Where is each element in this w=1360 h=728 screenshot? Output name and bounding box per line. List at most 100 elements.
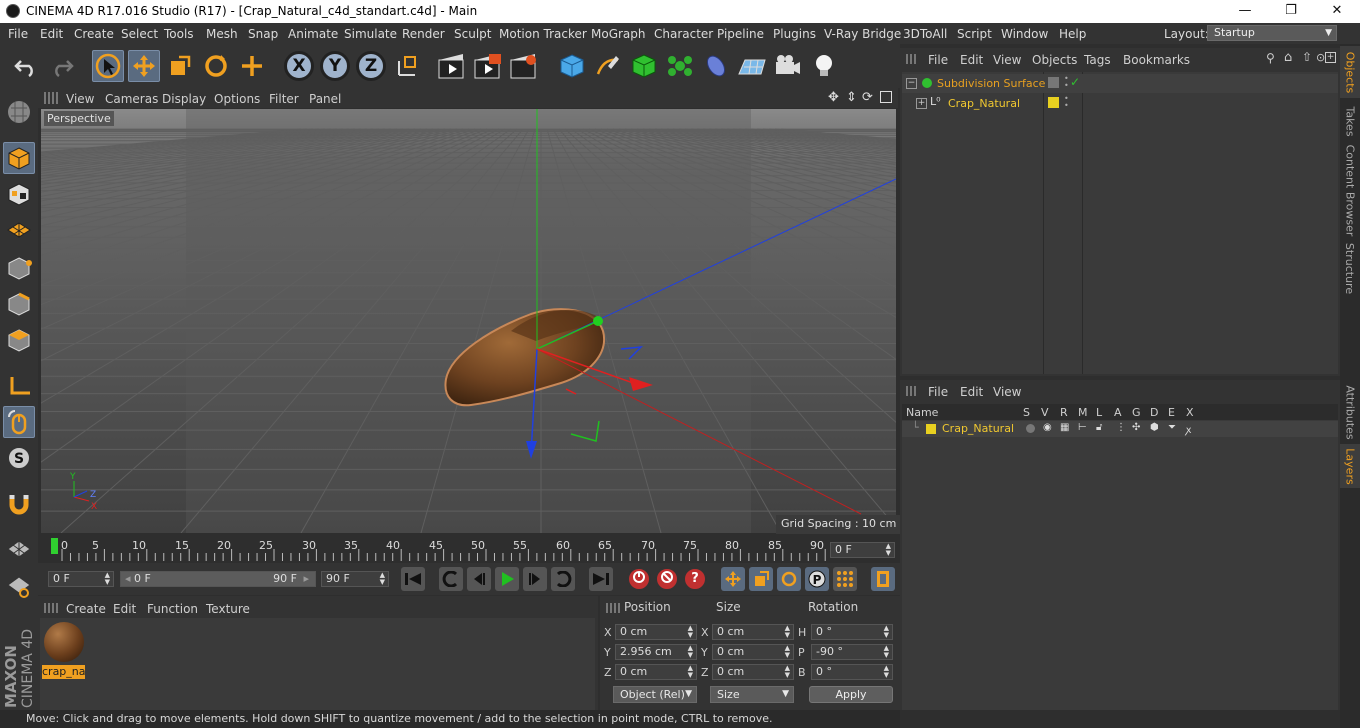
keyframe-selection-button[interactable]: ?	[683, 567, 707, 591]
viewport-maximize-icon[interactable]	[880, 91, 892, 103]
live-selection-button[interactable]	[92, 50, 124, 82]
viewport-rotate-icon[interactable]: ⟳	[862, 90, 873, 105]
layer-col-name[interactable]: Name	[906, 406, 938, 419]
autokeying-button[interactable]	[655, 567, 679, 591]
expression-icon[interactable]: ⏷	[1168, 422, 1176, 433]
coordinate-system-button[interactable]	[392, 50, 424, 82]
material-menu-function[interactable]: Function	[147, 602, 198, 616]
undo-button[interactable]	[10, 50, 42, 82]
visibility-dots-icon[interactable]: • •	[1064, 75, 1069, 90]
object-menu-edit[interactable]: Edit	[960, 53, 983, 67]
material-name-label[interactable]: crap_na	[42, 665, 85, 679]
position-y-field[interactable]: 2.956 cm ▲ ▼	[615, 644, 697, 660]
render-view-button[interactable]	[436, 50, 468, 82]
recent-tool-button[interactable]	[236, 50, 268, 82]
layer-col-xref[interactable]: X	[1186, 406, 1194, 419]
layer-col-view[interactable]: V	[1041, 406, 1049, 419]
menu-motion-tracker[interactable]: Motion Tracker	[499, 27, 587, 41]
layer-name[interactable]: Crap_Natural	[942, 422, 1014, 435]
magnet-button[interactable]	[3, 488, 35, 520]
add-spline-button[interactable]	[592, 50, 624, 82]
expand-icon[interactable]: +	[916, 98, 927, 109]
x-axis-lock-button[interactable]: X	[284, 51, 314, 81]
object-menu-file[interactable]: File	[928, 53, 948, 67]
new-window-icon[interactable]: +	[1325, 52, 1336, 63]
points-mode-button[interactable]	[3, 252, 35, 284]
key-parameter-button[interactable]: P	[805, 567, 829, 591]
size-z-field[interactable]: 0 cm ▲ ▼	[712, 664, 794, 680]
layer-col-expressions[interactable]: E	[1168, 406, 1175, 419]
viewport-menu-display[interactable]: Display	[162, 92, 206, 106]
menu-snap[interactable]: Snap	[248, 27, 278, 41]
menu-window[interactable]: Window	[1001, 27, 1048, 41]
viewport-menu-panel[interactable]: Panel	[309, 92, 341, 106]
coordinate-mode-dropdown[interactable]: Object (Rel) ▼	[613, 686, 697, 703]
timeline-window-button[interactable]	[871, 567, 895, 591]
object-menu-objects[interactable]: Objects	[1032, 53, 1077, 67]
object-row-crap-natural[interactable]: + L⁰ Crap_Natural • •	[902, 94, 1338, 113]
playhead-marker[interactable]	[51, 538, 58, 554]
render-settings-button[interactable]	[508, 50, 540, 82]
z-axis-lock-button[interactable]: Z	[356, 51, 386, 81]
add-light-button[interactable]	[808, 50, 840, 82]
make-editable-button[interactable]	[3, 96, 35, 128]
menu-sculpt[interactable]: Sculpt	[454, 27, 491, 41]
animation-icon[interactable]: ⋮	[1116, 422, 1126, 433]
redo-button[interactable]	[46, 50, 78, 82]
tab-objects[interactable]: Objects	[1340, 46, 1360, 98]
model-mode-button[interactable]	[3, 142, 35, 174]
tab-layers[interactable]: Layers	[1340, 444, 1360, 488]
key-scale-button[interactable]	[749, 567, 773, 591]
previous-frame-button[interactable]	[467, 567, 491, 591]
layout-dropdown[interactable]: Startup ▼	[1207, 25, 1337, 41]
solo-toggle-icon[interactable]	[1026, 424, 1035, 433]
layer-row[interactable]: └ Crap_Natural ◉ ▦ ⊢ 🔓︎ ⋮ ✣ ⬢ ⏷ ꭗ	[902, 421, 1338, 437]
layer-color-swatch[interactable]	[926, 424, 936, 434]
layer-col-manager[interactable]: M	[1078, 406, 1088, 419]
add-camera-button[interactable]	[772, 50, 804, 82]
y-axis-lock-button[interactable]: Y	[320, 51, 350, 81]
add-mograph-button[interactable]	[664, 50, 696, 82]
minimize-button[interactable]: —	[1222, 0, 1268, 23]
link-icon[interactable]: ⊙	[1316, 51, 1325, 64]
move-tool-button[interactable]	[128, 50, 160, 82]
end-frame-field[interactable]: 90 F ▲ ▼	[321, 571, 389, 587]
menu-vray-bridge[interactable]: V-Ray Bridge	[824, 27, 901, 41]
object-name-crap-natural[interactable]: Crap_Natural	[948, 97, 1020, 110]
layer-swatch-icon[interactable]	[1048, 77, 1059, 88]
menu-help[interactable]: Help	[1059, 27, 1086, 41]
viewport-move-icon[interactable]: ✥	[828, 90, 839, 105]
layer-menu-file[interactable]: File	[928, 385, 948, 399]
menu-mesh[interactable]: Mesh	[206, 27, 238, 41]
object-row-subdivision[interactable]: − Subdivision Surface • • ✓	[902, 74, 1338, 93]
viewport-zoom-icon[interactable]: ⇕	[846, 90, 857, 105]
current-frame-field[interactable]: 0 F ▲ ▼	[830, 542, 895, 558]
enabled-check-icon[interactable]: ✓	[1070, 75, 1080, 89]
record-active-objects-button[interactable]	[627, 567, 651, 591]
add-floor-button[interactable]	[736, 50, 768, 82]
rotation-b-field[interactable]: 0 ° ▲ ▼	[811, 664, 893, 680]
material-menu-create[interactable]: Create	[66, 602, 106, 616]
polygons-mode-button[interactable]	[3, 324, 35, 356]
workplane-mode-button[interactable]	[3, 214, 35, 246]
render-clapper-icon[interactable]: ▦	[1060, 422, 1069, 433]
search-icon[interactable]: ⚲	[1266, 51, 1275, 65]
add-deformer-button[interactable]	[700, 50, 732, 82]
menu-render[interactable]: Render	[402, 27, 445, 41]
object-menu-view[interactable]: View	[993, 53, 1021, 67]
layer-col-animation[interactable]: A	[1114, 406, 1122, 419]
edges-mode-button[interactable]	[3, 288, 35, 320]
size-mode-dropdown[interactable]: Size ▼	[710, 686, 794, 703]
key-rotation-button[interactable]	[777, 567, 801, 591]
key-position-button[interactable]	[721, 567, 745, 591]
snap-button[interactable]: S	[3, 442, 35, 474]
axis-mode-button[interactable]	[3, 370, 35, 402]
add-cube-button[interactable]	[556, 50, 588, 82]
size-y-field[interactable]: 0 cm ▲ ▼	[712, 644, 794, 660]
up-arrow-icon[interactable]: ⇧	[1302, 50, 1312, 64]
scale-tool-button[interactable]	[164, 50, 196, 82]
layer-col-solo[interactable]: S	[1023, 406, 1030, 419]
frame-range-slider[interactable]: ◂ 0 F 90 F ▸	[120, 571, 316, 587]
tab-structure[interactable]: Structure	[1340, 238, 1360, 298]
tab-takes[interactable]: Takes	[1340, 100, 1360, 142]
